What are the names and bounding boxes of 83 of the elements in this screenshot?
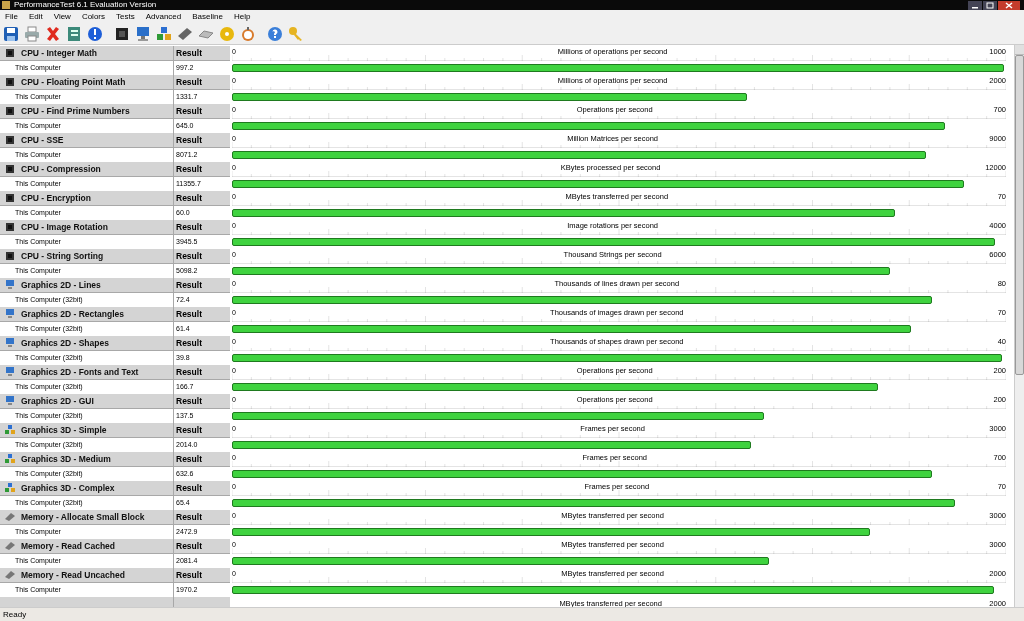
test-name: Graphics 2D - Fonts and Text	[21, 365, 139, 379]
printer-icon[interactable]	[24, 25, 40, 42]
chip-icon[interactable]	[114, 25, 130, 42]
cubes-icon	[5, 483, 15, 493]
test-name: Graphics 2D - Shapes	[21, 336, 109, 350]
menu-item[interactable]: Help	[233, 12, 251, 21]
column-header: Result	[173, 539, 230, 554]
info-icon[interactable]	[87, 25, 103, 42]
menu-item[interactable]: Edit	[28, 12, 43, 21]
test-name: CPU - Encryption	[21, 191, 91, 205]
menu-item[interactable]: Colors	[81, 12, 105, 21]
column-header: Result	[173, 133, 230, 148]
column-header: Result	[173, 336, 230, 351]
chip-icon	[5, 106, 15, 116]
monitor-icon	[5, 396, 15, 406]
column-header: Result	[173, 510, 230, 525]
test-name: CPU - String Sorting	[21, 249, 104, 263]
menu-item[interactable]: File	[5, 12, 18, 21]
test-name: Memory - Allocate Small Block	[21, 510, 145, 524]
app-icon	[2, 1, 10, 9]
test-name: CPU - Find Prime Numbers	[21, 104, 130, 118]
column-header: Result	[173, 104, 230, 119]
column-header: Result	[173, 75, 230, 90]
column-header: Result	[173, 307, 230, 322]
column-header: Result	[173, 46, 230, 61]
column-header: Result	[173, 452, 230, 467]
scrollbar[interactable]	[1014, 45, 1024, 607]
maximize-icon[interactable]	[983, 0, 997, 10]
test-name: CPU - SSE	[21, 133, 64, 147]
test-name: Graphics 3D - Simple	[21, 423, 107, 437]
test-name: Graphics 2D - Lines	[21, 278, 101, 292]
minimize-icon[interactable]	[968, 0, 982, 10]
delete-icon[interactable]	[45, 25, 61, 42]
chip-icon	[5, 135, 15, 145]
test-name: Graphics 2D - Rectangles	[21, 307, 124, 321]
chip-icon	[5, 251, 15, 261]
column-header: Result	[173, 220, 230, 235]
test-name: CPU - Image Rotation	[21, 220, 108, 234]
monitor-icon	[5, 280, 15, 290]
column-header: Result	[173, 162, 230, 177]
test-name: CPU - Floating Point Math	[21, 75, 126, 89]
chip-icon	[5, 77, 15, 87]
cubes-icon[interactable]	[156, 25, 172, 42]
memory-stick-icon	[5, 512, 15, 522]
chip-icon	[5, 48, 15, 58]
chip-icon	[5, 164, 15, 174]
save-icon[interactable]	[3, 25, 19, 42]
test-name: Graphics 2D - GUI	[21, 394, 94, 408]
cubes-icon	[5, 425, 15, 435]
monitor-icon[interactable]	[135, 25, 151, 42]
test-name: Memory - Read Cached	[21, 539, 115, 553]
column-header: Result	[173, 423, 230, 438]
chip-icon	[5, 193, 15, 203]
column-header: Result	[173, 278, 230, 293]
test-name: CPU - Integer Math	[21, 46, 98, 60]
test-name: Graphics 3D - Complex	[21, 481, 115, 495]
chip-icon	[5, 222, 15, 232]
memory-stick-icon	[5, 570, 15, 580]
column-header: Result	[173, 249, 230, 264]
column-header: Result	[173, 191, 230, 206]
menu-item[interactable]: View	[53, 12, 71, 21]
menu-item[interactable]: Baseline	[192, 12, 223, 21]
memory-stick-icon[interactable]	[177, 25, 193, 42]
menu-item[interactable]: Advanced	[145, 12, 182, 21]
monitor-icon	[5, 309, 15, 319]
test-name: Graphics 3D - Medium	[21, 452, 111, 466]
close-icon[interactable]	[998, 0, 1020, 10]
window-title: PerformanceTest 6.1 Evaluation Version	[14, 1, 157, 9]
test-name: Memory - Read Uncached	[21, 568, 125, 582]
column-header: Result	[173, 365, 230, 380]
menu-item[interactable]: Tests	[116, 12, 135, 21]
column-header: Result	[173, 394, 230, 409]
help-icon[interactable]	[267, 25, 283, 42]
test-name: CPU - Compression	[21, 162, 101, 176]
monitor-icon	[5, 367, 15, 377]
monitor-icon	[5, 338, 15, 348]
stopwatch-icon[interactable]	[240, 25, 256, 42]
column-header: Result	[173, 568, 230, 583]
document-icon[interactable]	[66, 25, 82, 42]
memory-stick-icon	[5, 541, 15, 551]
cubes-icon	[5, 454, 15, 464]
column-header: Result	[173, 481, 230, 496]
status-text: Ready	[3, 610, 27, 619]
